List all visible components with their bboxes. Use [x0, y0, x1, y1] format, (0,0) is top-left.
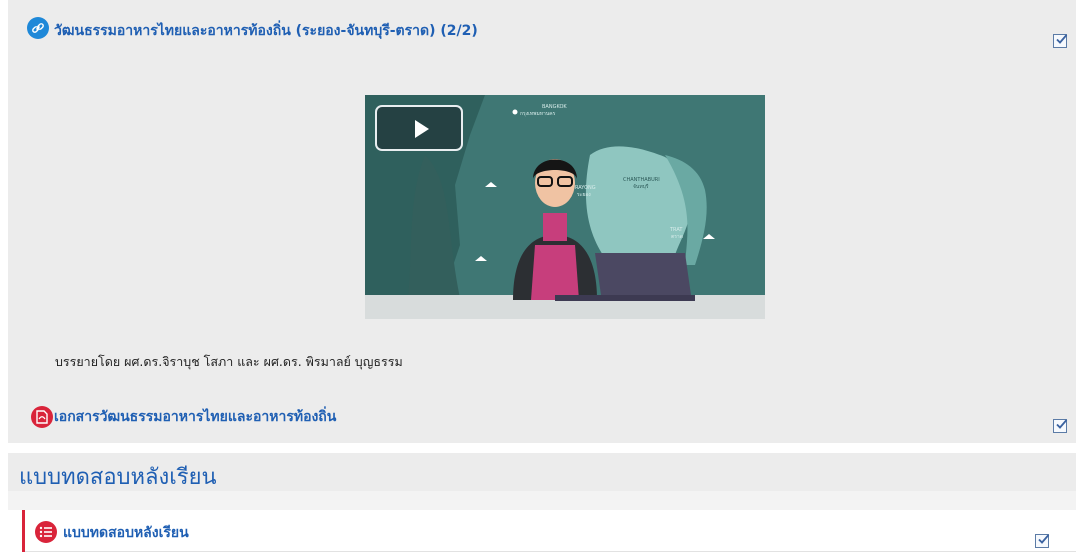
section-title: แบบทดสอบหลังเรียน — [19, 465, 217, 490]
map-label-mid-thai: จันทบุรี — [633, 183, 649, 190]
completion-checkbox-video[interactable] — [1053, 34, 1068, 48]
map-label-top: BANGKOK — [542, 104, 567, 110]
section-divider — [8, 491, 1076, 510]
map-label-left-thai: ระยอง — [577, 192, 591, 198]
document-activity-link[interactable]: เอกสารวัฒนธรรมอาหารไทยและอาหารท้องถิ่น — [54, 406, 336, 428]
section-header: แบบทดสอบหลังเรียน — [8, 453, 1076, 491]
map-label-mid: CHANTHABURI — [623, 177, 660, 183]
video-caption: บรรยายโดย ผศ.ดร.จิราบุช โสภา และ ผศ.ดร. … — [55, 354, 403, 369]
activity-panel: วัฒนธรรมอาหารไทยและอาหารท้องถิ่น (ระยอง-… — [8, 0, 1076, 443]
quiz-activity-link[interactable]: แบบทดสอบหลังเรียน — [63, 522, 189, 544]
map-label-bottom: TRAT — [669, 227, 683, 233]
video-activity-link[interactable]: วัฒนธรรมอาหารไทยและอาหารท้องถิ่น (ระยอง-… — [54, 20, 478, 42]
video-player[interactable]: BANGKOK กรุงเทพมหานคร CHANTHABURI จันทบุ… — [365, 95, 765, 319]
quiz-activity-row: แบบทดสอบหลังเรียน — [22, 510, 1076, 552]
completion-checkbox-document[interactable] — [1053, 419, 1068, 433]
link-icon — [27, 17, 49, 39]
completion-checkbox-quiz[interactable] — [1035, 534, 1050, 548]
map-label-bottom-thai: ตราด — [671, 234, 683, 240]
play-button[interactable] — [375, 105, 463, 151]
map-label-left: RAYONG — [575, 185, 596, 191]
pdf-icon — [31, 406, 53, 428]
quiz-icon — [35, 521, 57, 543]
map-label-top-thai: กรุงเทพมหานคร — [520, 111, 556, 117]
